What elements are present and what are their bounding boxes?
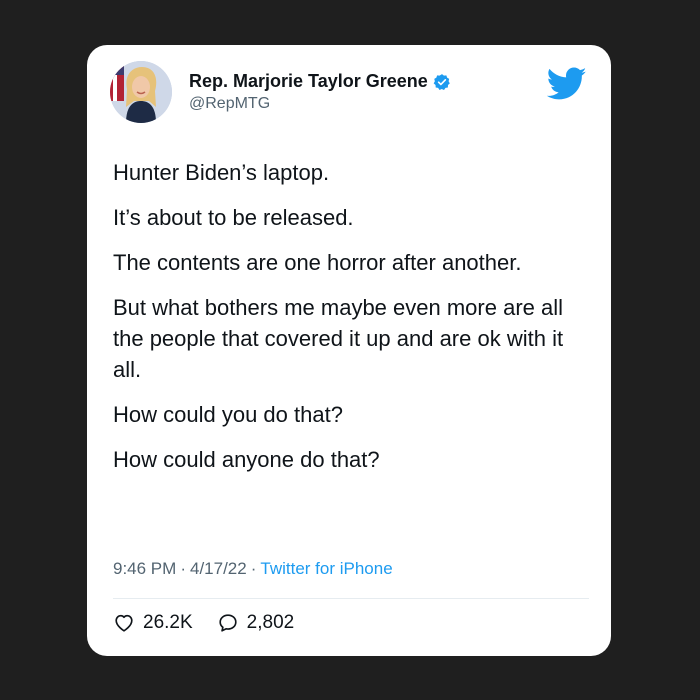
like-stat[interactable]: 26.2K (113, 612, 193, 634)
author-block: Rep. Marjorie Taylor Greene @RepMTG (189, 71, 451, 113)
heart-icon[interactable] (113, 612, 135, 634)
reply-stat[interactable]: 2,802 (217, 612, 295, 634)
tweet-line: It’s about to be released. (113, 205, 354, 230)
tweet-date[interactable]: 4/17/22 (190, 559, 247, 578)
like-count: 26.2K (143, 612, 193, 633)
meta-separator: · (180, 559, 186, 578)
tweet-time[interactable]: 9:46 PM (113, 559, 176, 578)
tweet-source-link[interactable]: Twitter for iPhone (260, 559, 392, 578)
tweet-line: How could anyone do that? (113, 447, 380, 472)
meta-separator: · (250, 559, 257, 578)
tweet-line: How could you do that? (113, 402, 343, 427)
divider (113, 598, 589, 599)
reply-count: 2,802 (246, 612, 295, 633)
tweet-line: Hunter Biden’s laptop. (113, 160, 330, 185)
tweet-line: But what bothers me maybe even more are … (113, 295, 564, 382)
avatar[interactable] (110, 61, 172, 123)
twitter-bird-icon[interactable] (546, 67, 587, 101)
avatar-image (110, 61, 172, 123)
tweet-meta: 9:46 PM · 4/17/22 · Twitter for iPhone (113, 559, 393, 579)
tweet-card: Rep. Marjorie Taylor Greene @RepMTG Hunt… (87, 45, 611, 656)
tweet-text: Hunter Biden’s laptop. It’s about to be … (113, 157, 593, 489)
author-handle[interactable]: @RepMTG (189, 95, 451, 113)
reply-bubble-icon[interactable] (217, 612, 239, 634)
verified-badge-icon (433, 73, 451, 91)
author-display-name[interactable]: Rep. Marjorie Taylor Greene (189, 71, 428, 92)
tweet-stats: 26.2K 2,802 (113, 612, 318, 634)
tweet-line: The contents are one horror after anothe… (113, 250, 522, 275)
